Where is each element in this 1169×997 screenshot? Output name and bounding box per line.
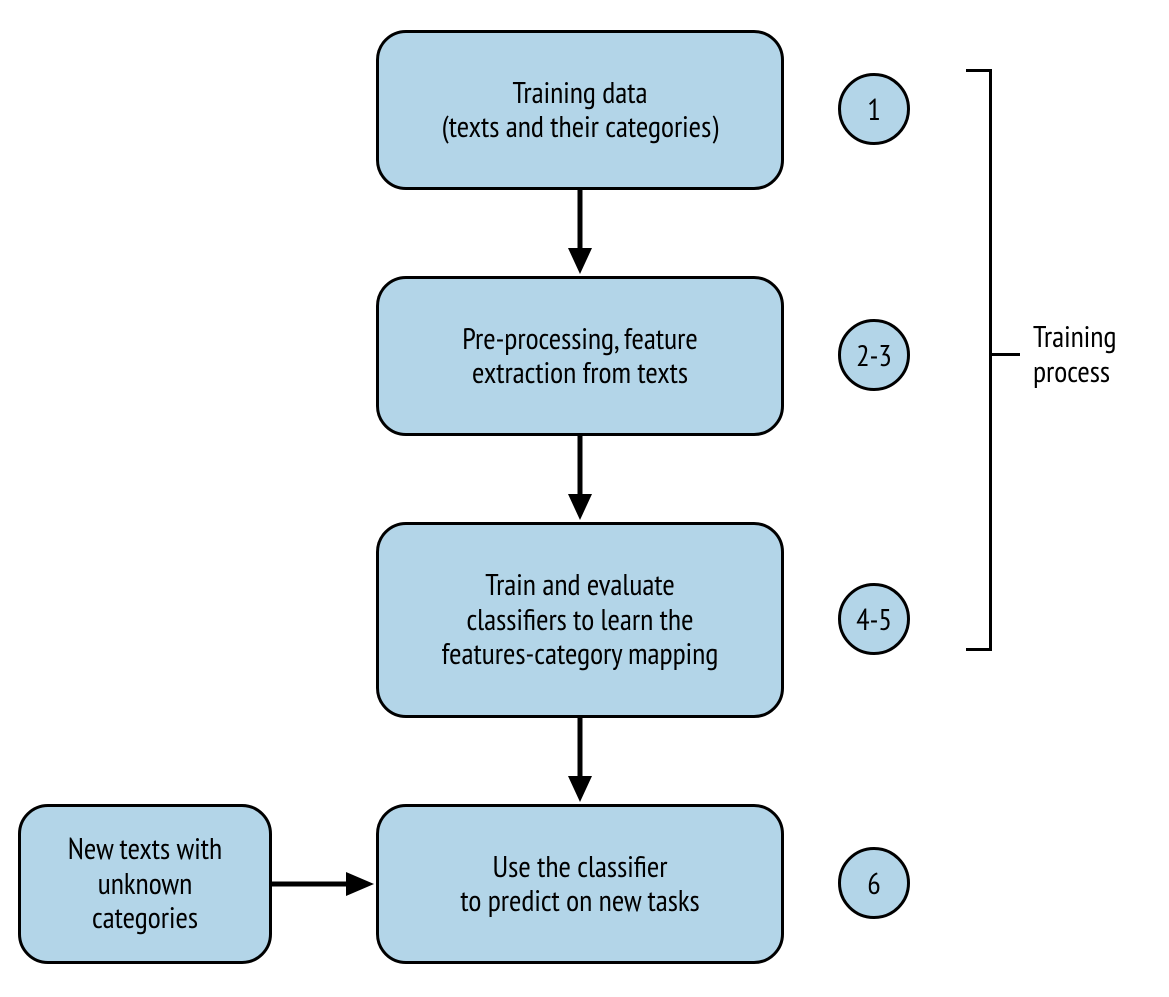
step-label: 6 (867, 864, 881, 903)
step-circle-2-3: 2-3 (838, 319, 910, 391)
step-label: 2-3 (856, 336, 892, 375)
flowchart-canvas: Training data (texts and their categorie… (0, 0, 1169, 997)
bracket-training-process (966, 69, 992, 651)
node-preprocessing-text: Pre-processing, feature extraction from … (462, 322, 697, 391)
text-line: features-category mapping (442, 634, 719, 673)
text-line: to predict on new tasks (460, 881, 699, 920)
text-line: categories (92, 898, 198, 937)
arrow-down-icon (564, 190, 596, 276)
text-line: extraction from texts (472, 353, 688, 392)
bracket-label: Training process (1033, 320, 1116, 389)
text-line: New texts with (68, 829, 222, 868)
text-line: process (1033, 352, 1110, 391)
text-line: Training data (512, 73, 647, 112)
node-new-texts: New texts with unknown categories (18, 804, 272, 964)
text-line: unknown (98, 864, 193, 903)
text-line: (texts and their categories) (442, 107, 718, 146)
node-training-data: Training data (texts and their categorie… (376, 30, 784, 190)
step-circle-4-5: 4-5 (838, 583, 910, 655)
text-line: Train and evaluate (485, 565, 675, 604)
text-line: Use the classifier (493, 847, 668, 886)
arrow-right-icon (272, 868, 376, 900)
step-circle-1: 1 (838, 73, 910, 145)
node-use-classifier-text: Use the classifier to predict on new tas… (460, 850, 699, 919)
step-label: 1 (867, 90, 881, 129)
node-preprocessing: Pre-processing, feature extraction from … (376, 276, 784, 436)
text-line: Training (1033, 317, 1116, 356)
step-circle-6: 6 (838, 847, 910, 919)
bracket-stub (992, 353, 1020, 356)
node-train-eval-text: Train and evaluate classifiers to learn … (442, 568, 719, 672)
node-new-texts-text: New texts with unknown categories (68, 832, 222, 936)
node-use-classifier: Use the classifier to predict on new tas… (376, 804, 784, 964)
arrow-down-icon (564, 436, 596, 522)
text-line: classifiers to learn the (467, 600, 694, 639)
arrow-down-icon (564, 718, 596, 804)
text-line: Pre-processing, feature (462, 319, 697, 358)
step-label: 4-5 (856, 600, 892, 639)
node-train-eval: Train and evaluate classifiers to learn … (376, 522, 784, 718)
node-training-data-text: Training data (texts and their categorie… (442, 76, 718, 145)
